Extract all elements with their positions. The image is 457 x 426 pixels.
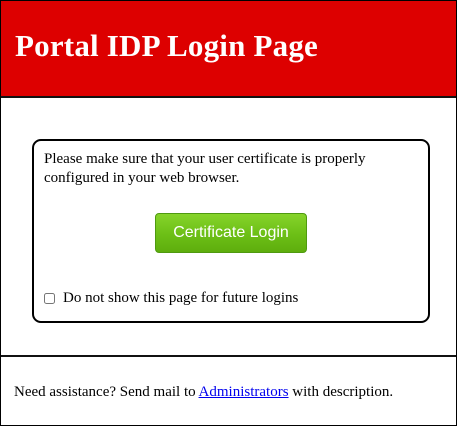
page-title: Portal IDP Login Page bbox=[15, 27, 318, 63]
footer-text-before: Need assistance? Send mail to bbox=[14, 384, 199, 400]
instructions-text: Please make sure that your user certific… bbox=[44, 151, 366, 186]
main-content: Please make sure that your user certific… bbox=[1, 98, 456, 357]
login-panel: Please make sure that your user certific… bbox=[32, 139, 430, 323]
do-not-show-label[interactable]: Do not show this page for future logins bbox=[63, 290, 298, 307]
certificate-login-button[interactable]: Certificate Login bbox=[155, 213, 307, 253]
do-not-show-checkbox[interactable] bbox=[44, 293, 55, 304]
future-logins-option: Do not show this page for future logins bbox=[44, 290, 298, 307]
button-container: Certificate Login bbox=[44, 213, 418, 253]
page: Portal IDP Login Page Please make sure t… bbox=[0, 0, 457, 426]
header-banner: Portal IDP Login Page bbox=[1, 1, 456, 98]
administrators-link[interactable]: Administrators bbox=[199, 384, 289, 400]
footer-assistance: Need assistance? Send mail to Administra… bbox=[1, 357, 456, 401]
footer-text-after: with description. bbox=[288, 384, 394, 400]
